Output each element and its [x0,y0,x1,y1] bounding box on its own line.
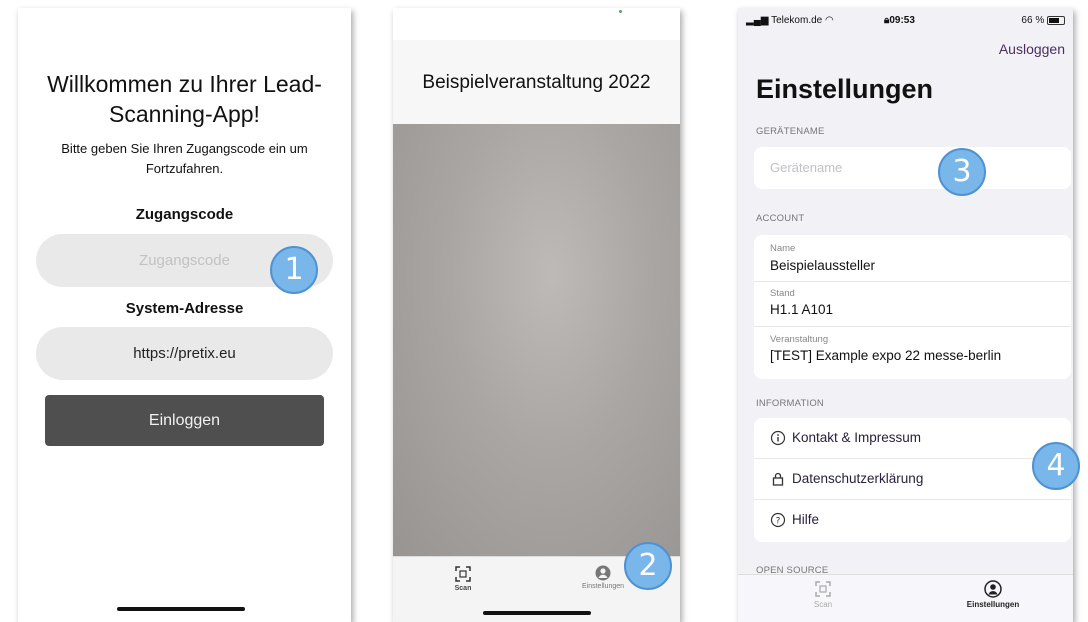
account-row-name: Name Beispielaussteller [754,235,1071,282]
page-title: Einstellungen [756,74,934,104]
account-stand-value: H1.1 A101 [770,302,834,317]
link-help[interactable]: ? Hilfe [754,500,1071,541]
person-icon [984,580,1002,598]
scan-icon [455,566,471,582]
lock-icon [770,471,786,487]
camera-viewfinder[interactable] [393,124,680,556]
home-indicator [117,607,245,611]
settings-screen: ▂▄▆ Telekom.de ◠ 🔒︎09:53 66 % Ausloggen … [738,8,1073,622]
link-contact-label: Kontakt & Impressum [792,430,922,445]
account-event-value: [TEST] Example expo 22 messe-berlin [770,348,1002,363]
event-title: Beispielveranstaltung 2022 [422,72,651,93]
annotation-badge-4: 4 [1032,442,1080,490]
tab-settings-label: Einstellungen [581,583,625,590]
wifi-icon: ◠ [825,15,834,26]
annotation-badge-1: 1 [270,246,318,294]
system-address-label: System-Adresse [125,300,244,317]
section-device-name: GERÄTENAME [756,126,825,137]
welcome-title: Willkommen zu Ihrer Lead-Scanning-App! [47,71,322,127]
account-row-stand: Stand H1.1 A101 [754,282,1071,327]
scanner-screen: Beispielveranstaltung 2022 Scan Einstell… [393,8,680,622]
tab-scan-label: Scan [454,585,472,592]
section-information: INFORMATION [756,398,824,409]
link-help-label: Hilfe [792,512,820,527]
account-card: Name Beispielaussteller Stand H1.1 A101 … [754,235,1071,379]
account-row-event: Veranstaltung [TEST] Example expo 22 mes… [754,327,1071,379]
account-name-value: Beispielaussteller [770,258,876,273]
account-event-label: Veranstaltung [770,334,829,345]
logout-link[interactable]: Ausloggen [999,41,1065,57]
battery-icon [1047,15,1065,25]
svg-text:?: ? [776,517,781,527]
welcome-subtitle: Bitte geben Sie Ihren Zugangscode ein um… [61,141,308,176]
status-dot [619,10,622,13]
info-icon [770,430,786,446]
home-indicator [483,611,591,615]
login-button[interactable]: Einloggen [45,395,324,446]
information-card: Kontakt & Impressum Datenschutzerklärung… [754,418,1071,542]
link-contact[interactable]: Kontakt & Impressum [754,418,1071,459]
annotation-badge-2: 2 [624,542,672,590]
device-name-placeholder: Gerätename [770,160,843,175]
screenshot-collage: Willkommen zu Ihrer Lead-Scanning-App! B… [0,0,1088,622]
tab-scan[interactable]: Scan [798,580,848,609]
status-carrier: ▂▄▆ Telekom.de ◠ [746,15,834,26]
account-stand-label: Stand [770,288,795,299]
tab-scan-label: Scan [813,600,833,609]
tab-scan[interactable]: Scan [443,565,483,592]
help-icon: ? [770,512,786,528]
link-privacy-label: Datenschutzerklärung [792,471,924,486]
signal-icon: ▂▄▆ [746,15,769,26]
device-name-input[interactable]: Gerätename [754,147,1071,189]
link-privacy[interactable]: Datenschutzerklärung [754,459,1071,500]
tab-settings-label: Einstellungen [966,600,1020,609]
status-time: 🔒︎09:53 [884,15,915,26]
section-account: ACCOUNT [756,213,805,224]
account-name-label: Name [770,243,796,254]
access-code-label: Zugangscode [135,206,234,223]
annotation-badge-3: 3 [938,148,986,196]
scan-icon [815,581,831,597]
person-icon [595,565,611,581]
system-address-input[interactable]: https://pretix.eu [36,327,333,380]
tab-bar: Scan Einstellungen [738,574,1073,622]
tab-settings[interactable]: Einstellungen [958,580,1028,609]
login-screen: Willkommen zu Ihrer Lead-Scanning-App! B… [18,8,351,622]
status-battery: 66 % [1021,15,1065,26]
